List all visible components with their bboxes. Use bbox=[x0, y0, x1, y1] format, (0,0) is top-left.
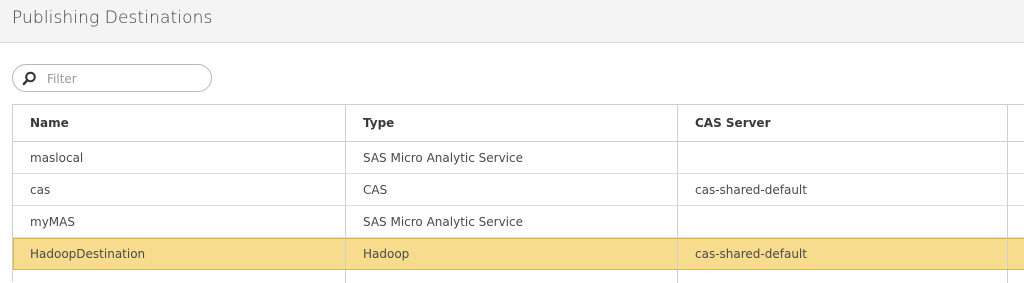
cell-empty bbox=[346, 270, 678, 283]
cell-cas-server: cas-shared-default bbox=[678, 238, 1008, 270]
cell-name: HadoopDestination bbox=[13, 238, 346, 270]
filter-input[interactable] bbox=[45, 68, 209, 90]
filter-box[interactable] bbox=[12, 64, 212, 92]
cell-spacer bbox=[1008, 206, 1024, 238]
table-row[interactable]: myMAS SAS Micro Analytic Service bbox=[13, 206, 1024, 238]
cell-cas-server: cas-shared-default bbox=[678, 174, 1008, 206]
table-row-partial bbox=[13, 270, 1024, 283]
cell-name: myMAS bbox=[13, 206, 346, 238]
cell-spacer bbox=[1008, 142, 1024, 174]
column-header-spacer bbox=[1008, 105, 1024, 142]
page-title: Publishing Destinations bbox=[12, 8, 213, 28]
table-row[interactable]: cas CAS cas-shared-default bbox=[13, 174, 1024, 206]
cell-type: SAS Micro Analytic Service bbox=[346, 206, 678, 238]
destinations-table: Name Type CAS Server maslocal SAS Micro … bbox=[12, 104, 1024, 283]
column-header-type[interactable]: Type bbox=[346, 105, 678, 142]
table-row[interactable]: maslocal SAS Micro Analytic Service bbox=[13, 142, 1024, 174]
cell-spacer bbox=[1008, 238, 1024, 270]
cell-type: Hadoop bbox=[346, 238, 678, 270]
table-header-row: Name Type CAS Server bbox=[13, 105, 1024, 142]
page-header: Publishing Destinations bbox=[0, 0, 1024, 43]
search-icon bbox=[22, 71, 36, 86]
column-header-cas-server[interactable]: CAS Server bbox=[678, 105, 1008, 142]
cell-spacer bbox=[1008, 174, 1024, 206]
cell-name: cas bbox=[13, 174, 346, 206]
cell-empty bbox=[678, 270, 1008, 283]
cell-spacer bbox=[1008, 270, 1024, 283]
cell-cas-server bbox=[678, 142, 1008, 174]
cell-name: maslocal bbox=[13, 142, 346, 174]
cell-type: SAS Micro Analytic Service bbox=[346, 142, 678, 174]
column-header-name[interactable]: Name bbox=[13, 105, 346, 142]
cell-cas-server bbox=[678, 206, 1008, 238]
table-row-selected[interactable]: HadoopDestination Hadoop cas-shared-defa… bbox=[13, 238, 1024, 270]
cell-type: CAS bbox=[346, 174, 678, 206]
cell-empty bbox=[13, 270, 346, 283]
